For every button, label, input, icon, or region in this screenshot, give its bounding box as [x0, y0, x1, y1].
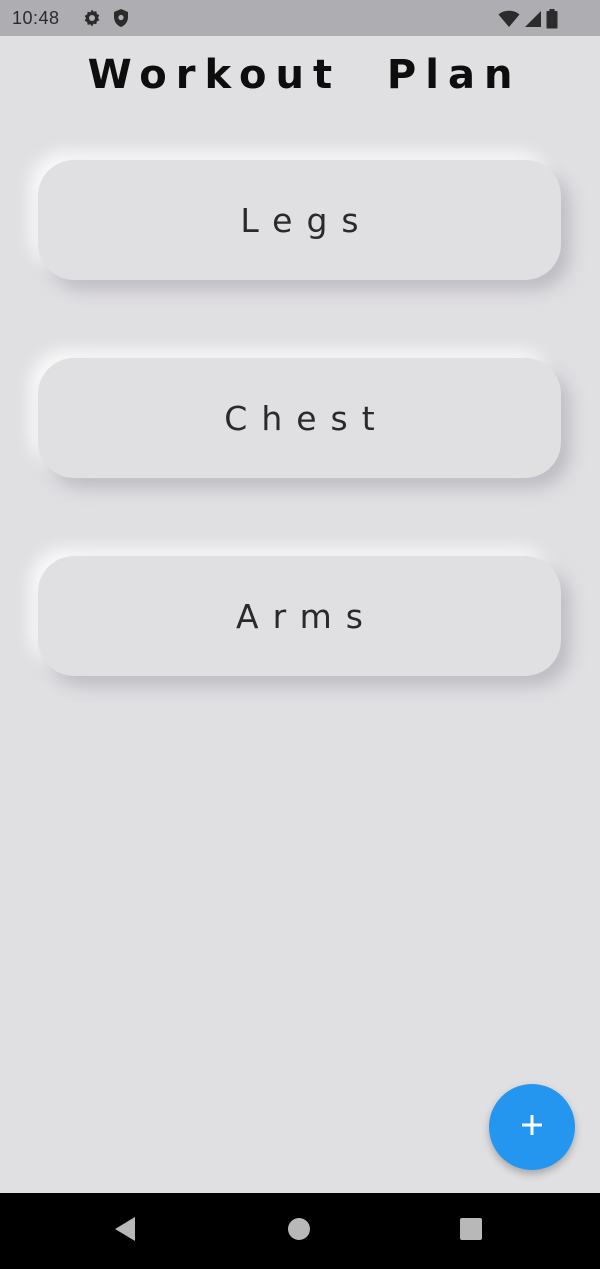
plus-icon [520, 1113, 544, 1142]
gear-icon [82, 8, 102, 28]
status-bar: 10:48 [0, 0, 600, 36]
plan-list: Legs Chest Arms [38, 160, 561, 754]
wifi-icon [498, 10, 520, 28]
back-icon [114, 1216, 136, 1247]
recents-button[interactable] [447, 1207, 495, 1255]
add-plan-button[interactable] [489, 1084, 575, 1170]
battery-icon [546, 9, 558, 29]
navigation-bar [0, 1193, 600, 1269]
home-icon [287, 1217, 311, 1246]
plan-card-label: Chest [224, 398, 389, 438]
plan-card-label: Legs [240, 200, 373, 240]
plan-card-chest[interactable]: Chest [38, 358, 561, 478]
plan-card-arms[interactable]: Arms [38, 556, 561, 676]
status-right-icons [498, 9, 558, 29]
status-time: 10:48 [12, 8, 60, 28]
status-left-icons [82, 8, 130, 28]
shield-icon [112, 8, 130, 28]
page-title: Workout Plan [87, 52, 522, 98]
home-button[interactable] [275, 1207, 323, 1255]
recents-icon [459, 1217, 483, 1246]
back-button[interactable] [101, 1207, 149, 1255]
plan-card-label: Arms [236, 596, 377, 636]
plan-card-legs[interactable]: Legs [38, 160, 561, 280]
signal-icon [524, 10, 542, 28]
